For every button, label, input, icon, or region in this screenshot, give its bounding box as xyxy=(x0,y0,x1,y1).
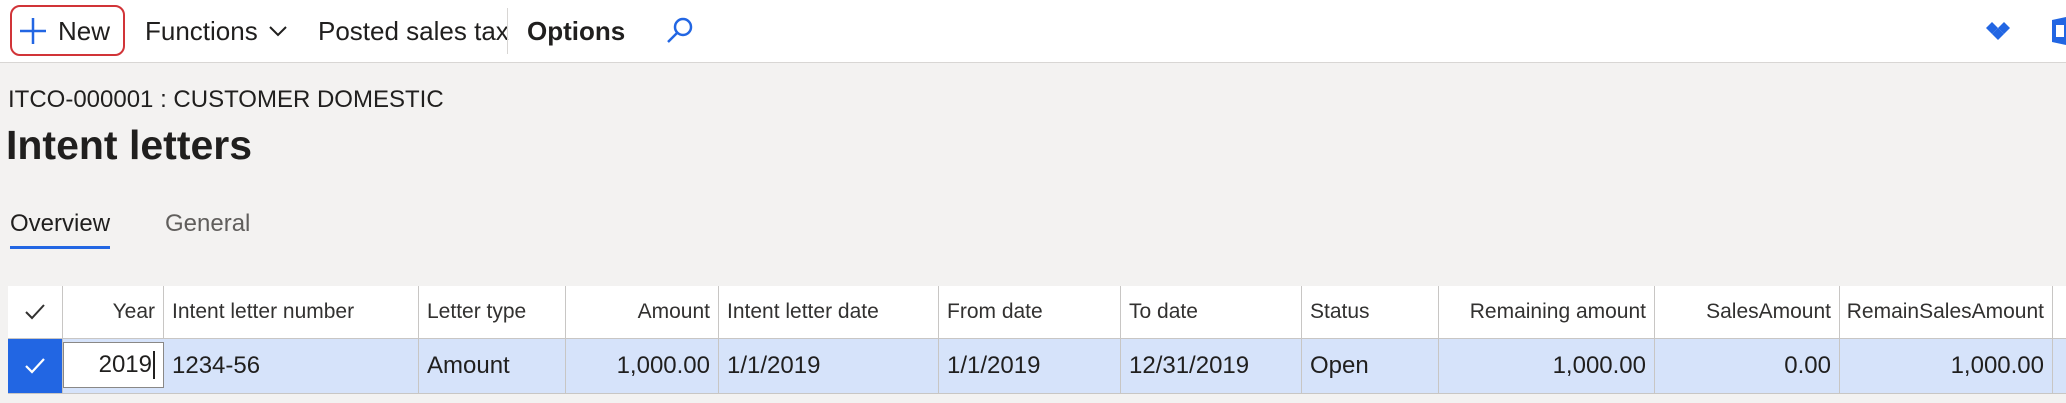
new-button[interactable]: New xyxy=(18,0,110,62)
tab-general[interactable]: General xyxy=(165,210,250,238)
column-header-overflow xyxy=(2053,286,2066,338)
power-apps-button[interactable] xyxy=(1985,0,2011,62)
column-header-status[interactable]: Status xyxy=(1302,286,1439,338)
column-header-intent-letter-number[interactable]: Intent letter number xyxy=(164,286,419,338)
column-header-remain-sales-amount[interactable]: RemainSalesAmount xyxy=(1840,286,2053,338)
amount-cell[interactable]: 1,000.00 xyxy=(566,339,719,393)
action-pane: New Functions Posted sales tax Options xyxy=(0,0,2066,63)
status-cell[interactable]: Open xyxy=(1302,339,1439,393)
new-button-label: New xyxy=(58,15,111,46)
remaining-amount-cell[interactable]: 1,000.00 xyxy=(1439,339,1655,393)
intent-letters-grid: Year Intent letter number Letter type Am… xyxy=(8,286,2066,394)
year-field[interactable]: 2019 xyxy=(63,342,164,388)
grid-header-row: Year Intent letter number Letter type Am… xyxy=(8,286,2066,339)
column-header-year[interactable]: Year xyxy=(63,286,164,338)
office-button[interactable] xyxy=(2048,0,2066,62)
column-header-sales-amount[interactable]: SalesAmount xyxy=(1655,286,1840,338)
remain-sales-amount-cell[interactable]: 1,000.00 xyxy=(1840,339,2053,393)
functions-label: Functions xyxy=(145,15,258,46)
tab-overview[interactable]: Overview xyxy=(10,210,110,238)
year-value: 2019 xyxy=(98,351,152,378)
checkmark-icon xyxy=(25,304,45,320)
active-tab-indicator xyxy=(10,246,110,249)
column-header-letter-type[interactable]: Letter type xyxy=(419,286,566,338)
chevron-down-icon xyxy=(269,26,287,37)
office-icon xyxy=(2052,17,2066,45)
search-icon xyxy=(667,17,693,43)
record-caption: ITCO-000001 : CUSTOMER DOMESTIC xyxy=(8,86,444,113)
column-header-amount[interactable]: Amount xyxy=(566,286,719,338)
row-overflow-cell xyxy=(2053,339,2066,393)
select-all-checkbox[interactable] xyxy=(8,286,63,338)
posted-sales-tax-label: Posted sales tax xyxy=(318,15,509,46)
options-tab[interactable]: Options xyxy=(527,0,625,62)
letter-type-cell[interactable]: Amount xyxy=(419,339,566,393)
column-header-remaining-amount[interactable]: Remaining amount xyxy=(1439,286,1655,338)
search-button[interactable] xyxy=(665,0,695,62)
column-header-intent-letter-date[interactable]: Intent letter date xyxy=(719,286,939,338)
to-date-cell[interactable]: 12/31/2019 xyxy=(1121,339,1302,393)
diamond-icon xyxy=(1986,22,2010,40)
intent-letter-date-cell[interactable]: 1/1/2019 xyxy=(719,339,939,393)
posted-sales-tax-button[interactable]: Posted sales tax xyxy=(318,0,509,62)
row-select-checkbox[interactable] xyxy=(8,339,63,393)
functions-menu-button[interactable]: Functions xyxy=(145,0,288,62)
text-caret xyxy=(153,351,155,379)
options-label: Options xyxy=(527,15,626,46)
plus-icon xyxy=(20,18,46,44)
checkmark-icon xyxy=(25,358,45,374)
intent-letter-number-cell[interactable]: 1234-56 xyxy=(164,339,419,393)
table-row[interactable]: 2019 1234-56 Amount 1,000.00 1/1/2019 1/… xyxy=(8,339,2066,394)
toolbar-separator xyxy=(507,8,508,54)
from-date-cell[interactable]: 1/1/2019 xyxy=(939,339,1121,393)
column-header-to-date[interactable]: To date xyxy=(1121,286,1302,338)
column-header-from-date[interactable]: From date xyxy=(939,286,1121,338)
page-title: Intent letters xyxy=(6,122,253,168)
sales-amount-cell[interactable]: 0.00 xyxy=(1655,339,1840,393)
